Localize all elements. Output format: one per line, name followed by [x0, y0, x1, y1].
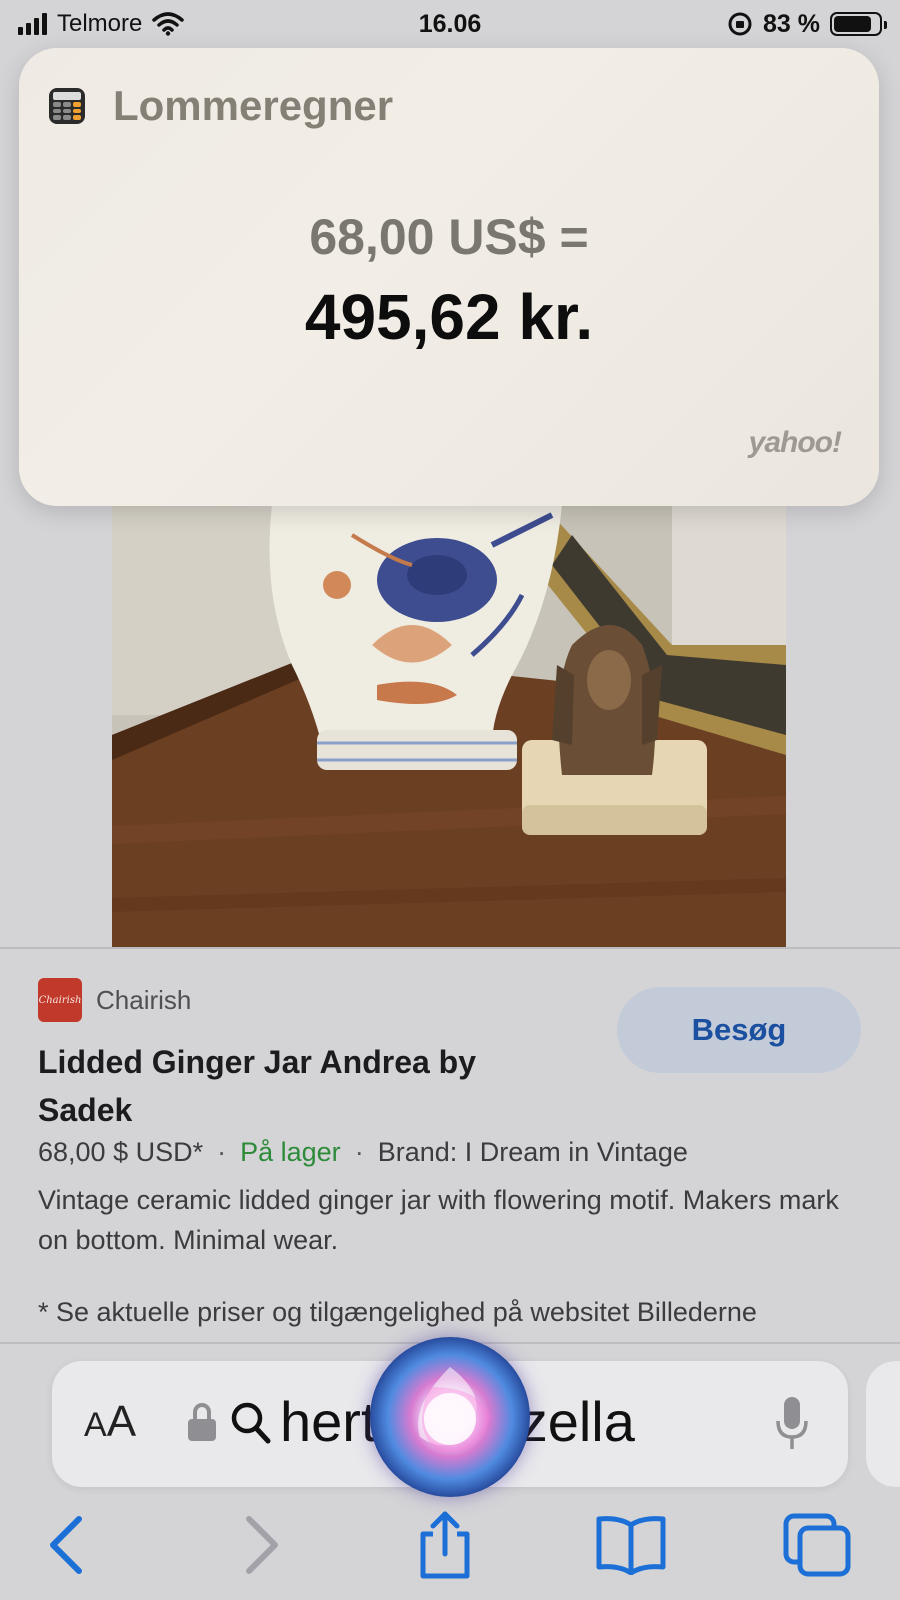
- chairish-logo: Chairish: [38, 978, 82, 1022]
- share-button[interactable]: [400, 1500, 490, 1590]
- calculator-header: Lommeregner: [49, 82, 393, 130]
- product-title[interactable]: Lidded Ginger Jar Andrea by Sadek: [38, 1038, 558, 1134]
- safari-toolbar: [0, 1500, 900, 1600]
- battery-percentage: 83 %: [763, 9, 820, 38]
- battery-icon: [830, 12, 887, 36]
- section-divider: [0, 947, 900, 949]
- conversion-expression: 68,00 US$ =: [309, 209, 589, 265]
- siri-calculator-card[interactable]: Lommeregner 68,00 US$ = 495,62 kr. yahoo…: [19, 48, 879, 506]
- status-time: 16.06: [418, 9, 482, 38]
- next-tab-preview[interactable]: [866, 1361, 900, 1487]
- siri-orb-icon[interactable]: [370, 1337, 530, 1497]
- meta-separator: ·: [354, 1137, 364, 1167]
- lock-icon: [188, 1403, 216, 1441]
- status-left: Telmore: [18, 10, 185, 38]
- back-button[interactable]: [22, 1500, 112, 1590]
- bookmarks-icon: [596, 1516, 666, 1575]
- status-bar: Telmore 16.06 83 %: [0, 0, 900, 48]
- carrier-name: Telmore: [57, 10, 143, 37]
- ginger-jar-photo: [112, 505, 786, 947]
- share-icon: [420, 1511, 470, 1579]
- product-brand: Brand: I Dream in Vintage: [377, 1137, 688, 1167]
- tabs-button[interactable]: [772, 1500, 862, 1590]
- bookmarks-button[interactable]: [586, 1500, 676, 1590]
- product-price: 68,00 $ USD*: [38, 1137, 204, 1167]
- text-size-button[interactable]: AA: [84, 1397, 136, 1447]
- availability-status: På lager: [240, 1137, 341, 1167]
- calculator-icon: [49, 88, 85, 124]
- calculator-app-name: Lommeregner: [113, 82, 394, 129]
- tabs-icon: [783, 1513, 851, 1577]
- conversion-result: 495,62 kr.: [304, 281, 594, 353]
- back-icon: [50, 1516, 82, 1574]
- forward-button[interactable]: [216, 1500, 306, 1590]
- battery-level: [834, 16, 871, 32]
- price-disclaimer: * Se aktuelle priser og tilgængelighed p…: [38, 1297, 757, 1327]
- product-image[interactable]: [112, 505, 786, 947]
- product-meta: 68,00 $ USD* · På lager · Brand: I Dream in …: [38, 1137, 688, 1168]
- search-icon: [231, 1402, 271, 1444]
- cellular-signal-icon: [18, 13, 47, 35]
- status-right: 83 %: [727, 9, 887, 39]
- product-description: Vintage ceramic lidded ginger jar with f…: [38, 1185, 839, 1255]
- microphone-icon[interactable]: [774, 1395, 810, 1453]
- source-name: Chairish: [96, 984, 192, 1015]
- search-query-text[interactable]: hert b porzella: [280, 1389, 780, 1454]
- meta-separator: ·: [217, 1137, 227, 1167]
- orientation-lock-icon: [728, 12, 752, 36]
- forward-icon: [246, 1516, 278, 1574]
- yahoo-logo: yahoo!: [748, 426, 842, 459]
- source-row[interactable]: Chairish Chairish: [38, 978, 191, 1022]
- wifi-icon: [152, 12, 185, 36]
- visit-button[interactable]: Besøg: [617, 987, 861, 1073]
